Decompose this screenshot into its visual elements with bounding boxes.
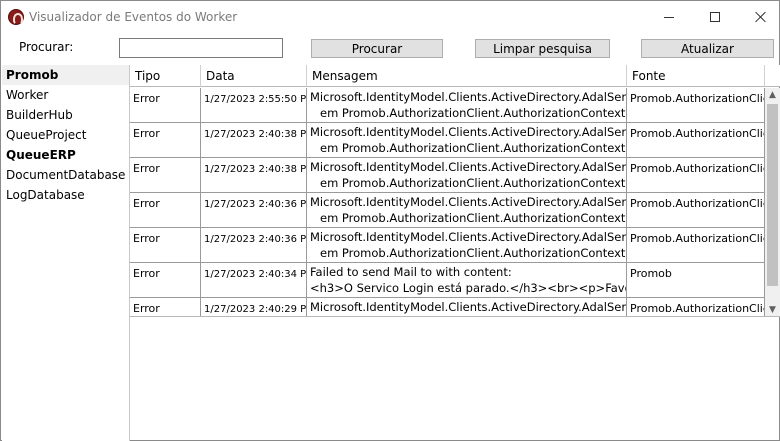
message-line-1: Microsoft.IdentityModel.Clients.ActiveDi… — [310, 160, 627, 174]
search-input[interactable] — [119, 38, 283, 58]
vertical-scrollbar[interactable]: ▲ ▼ — [765, 88, 780, 316]
sidebar-item-logdatabase[interactable]: LogDatabase — [2, 185, 129, 205]
message-line-2: em Promob.AuthorizationClient.Authorizat… — [320, 141, 627, 155]
window-title: Visualizador de Eventos do Worker — [29, 10, 238, 24]
cell-mensagem: Failed to send Mail to with content: <h3>… — [307, 263, 627, 297]
clear-search-button[interactable]: Limpar pesquisa — [475, 39, 610, 58]
main-window: Visualizador de Eventos do Worker Procur… — [0, 0, 780, 441]
table-row[interactable]: Error 1/27/2023 2:55:50 PM Microsoft.Ide… — [130, 88, 765, 123]
table-row[interactable]: Error 1/27/2023 2:40:38 PM Microsoft.Ide… — [130, 158, 765, 193]
close-icon — [755, 11, 767, 23]
message-line-2: <h3>O Servico Login está parado.</h3><br… — [310, 281, 627, 295]
cell-tipo: Error — [130, 228, 201, 262]
message-line-1: Microsoft.IdentityModel.Clients.ActiveDi… — [310, 90, 627, 104]
cell-mensagem: Microsoft.IdentityModel.Clients.ActiveDi… — [307, 123, 627, 157]
cell-fonte: Promob — [627, 263, 765, 297]
message-line-2: em Promob.AuthorizationClient.Authorizat… — [320, 246, 627, 260]
scroll-up-icon[interactable]: ▲ — [765, 88, 780, 102]
message-line-2: em Promob.AuthorizationClient.Authorizat… — [320, 106, 627, 120]
maximize-icon — [710, 12, 720, 22]
table-row[interactable]: Error 1/27/2023 2:40:29 PM Microsoft.Ide… — [130, 298, 765, 316]
column-header-mensagem[interactable]: Mensagem — [307, 65, 627, 87]
cell-data: 1/27/2023 2:40:36 PM — [201, 193, 307, 227]
sidebar-item-queueerp[interactable]: QueueERP — [2, 145, 129, 165]
app-logo-icon — [8, 9, 24, 25]
table-row[interactable]: Error 1/27/2023 2:40:36 PM Microsoft.Ide… — [130, 228, 765, 263]
cell-fonte: Promob.AuthorizationClient — [627, 158, 765, 192]
cell-fonte: Promob.AuthorizationClient — [627, 88, 765, 122]
cell-mensagem: Microsoft.IdentityModel.Clients.ActiveDi… — [307, 193, 627, 227]
table-row[interactable]: Error 1/27/2023 2:40:36 PM Microsoft.Ide… — [130, 193, 765, 228]
minimize-icon — [664, 16, 674, 18]
sidebar-item-worker[interactable]: Worker — [2, 85, 129, 105]
column-header-data[interactable]: Data — [201, 65, 307, 87]
cell-mensagem: Microsoft.IdentityModel.Clients.ActiveDi… — [307, 298, 627, 316]
scrollbar-thumb[interactable] — [767, 104, 778, 286]
cell-mensagem: Microsoft.IdentityModel.Clients.ActiveDi… — [307, 88, 627, 122]
cell-tipo: Error — [130, 123, 201, 157]
sidebar-item-builderhub[interactable]: BuilderHub — [2, 105, 129, 125]
cell-fonte: Promob.AuthorizationClient — [627, 123, 765, 157]
table-row[interactable]: Error 1/27/2023 2:40:34 PM Failed to sen… — [130, 263, 765, 298]
sidebar-item-documentdatabase[interactable]: DocumentDatabase — [2, 165, 129, 185]
cell-tipo: Error — [130, 263, 201, 297]
message-line-1: Microsoft.IdentityModel.Clients.ActiveDi… — [310, 230, 627, 244]
events-grid: Tipo Data Mensagem Fonte Error 1/27/2023… — [130, 65, 780, 317]
maximize-button[interactable] — [692, 1, 738, 33]
cell-mensagem: Microsoft.IdentityModel.Clients.ActiveDi… — [307, 158, 627, 192]
cell-data: 1/27/2023 2:40:38 PM — [201, 123, 307, 157]
cell-tipo: Error — [130, 158, 201, 192]
message-line-1: Failed to send Mail to with content: — [310, 265, 512, 279]
cell-fonte: Promob.AuthorizationClient — [627, 228, 765, 262]
cell-tipo: Error — [130, 193, 201, 227]
table-row[interactable]: Error 1/27/2023 2:40:38 PM Microsoft.Ide… — [130, 123, 765, 158]
search-label: Procurar: — [19, 40, 74, 54]
cell-data: 1/27/2023 2:40:34 PM — [201, 263, 307, 297]
message-line-1: Microsoft.IdentityModel.Clients.ActiveDi… — [310, 195, 627, 209]
cell-data: 1/27/2023 2:40:36 PM — [201, 228, 307, 262]
cell-data: 1/27/2023 2:40:29 PM — [201, 298, 307, 316]
grid-header: Tipo Data Mensagem Fonte — [130, 65, 780, 87]
cell-tipo: Error — [130, 88, 201, 122]
cell-tipo: Error — [130, 298, 201, 316]
cell-data: 1/27/2023 2:55:50 PM — [201, 88, 307, 122]
cell-data: 1/27/2023 2:40:38 PM — [201, 158, 307, 192]
column-header-fonte[interactable]: Fonte — [627, 65, 765, 87]
grid-rows: Error 1/27/2023 2:55:50 PM Microsoft.Ide… — [130, 88, 765, 316]
source-list[interactable]: Promob Worker BuilderHub QueueProject Qu… — [2, 65, 130, 441]
message-line-2: em Promob.AuthorizationClient.Authorizat… — [320, 176, 627, 190]
close-button[interactable] — [738, 1, 780, 33]
cell-fonte: Promob.AuthorizationClient — [627, 193, 765, 227]
sidebar-item-queueproject[interactable]: QueueProject — [2, 125, 129, 145]
search-button[interactable]: Procurar — [311, 39, 443, 58]
message-line-2: em Promob.AuthorizationClient.Authorizat… — [320, 211, 627, 225]
title-bar[interactable]: Visualizador de Eventos do Worker — [1, 1, 779, 33]
minimize-button[interactable] — [646, 1, 692, 33]
refresh-button[interactable]: Atualizar — [641, 39, 774, 58]
scroll-down-icon[interactable]: ▼ — [765, 303, 780, 316]
message-line-1: Microsoft.IdentityModel.Clients.ActiveDi… — [310, 125, 627, 139]
sidebar-item-promob[interactable]: Promob — [2, 65, 129, 85]
cell-fonte: Promob.AuthorizationClient — [627, 298, 765, 316]
cell-mensagem: Microsoft.IdentityModel.Clients.ActiveDi… — [307, 228, 627, 262]
column-header-tipo[interactable]: Tipo — [130, 65, 201, 87]
message-line-1: Microsoft.IdentityModel.Clients.ActiveDi… — [310, 300, 627, 314]
